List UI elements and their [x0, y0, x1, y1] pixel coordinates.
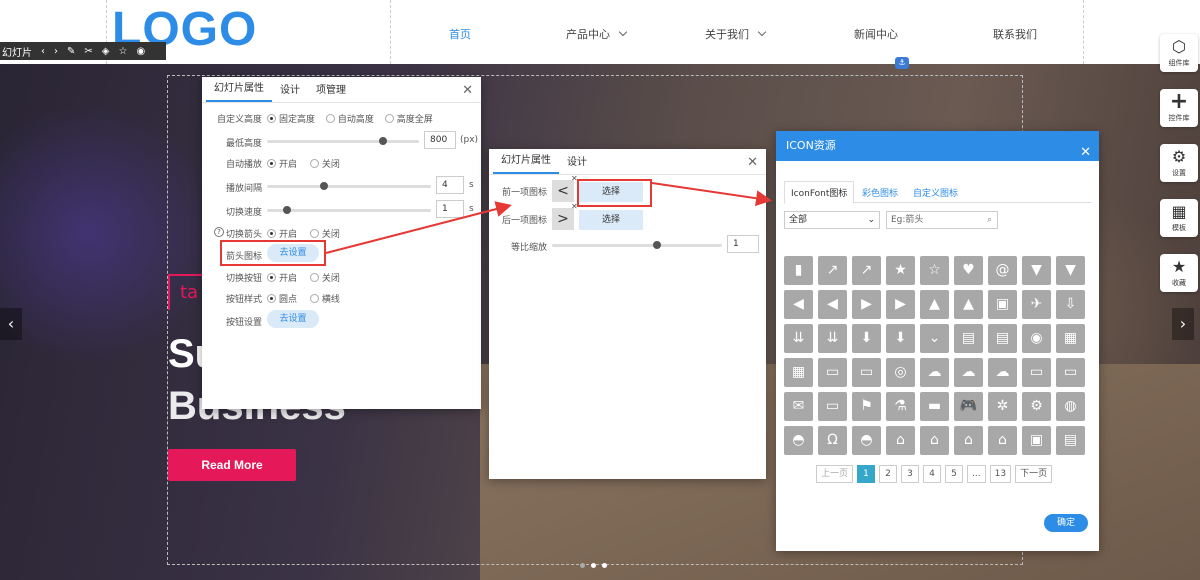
- annotation-arrow: [651, 182, 772, 207]
- annotation-arrow: [325, 201, 512, 254]
- annotation-arrows: [325, 182, 772, 254]
